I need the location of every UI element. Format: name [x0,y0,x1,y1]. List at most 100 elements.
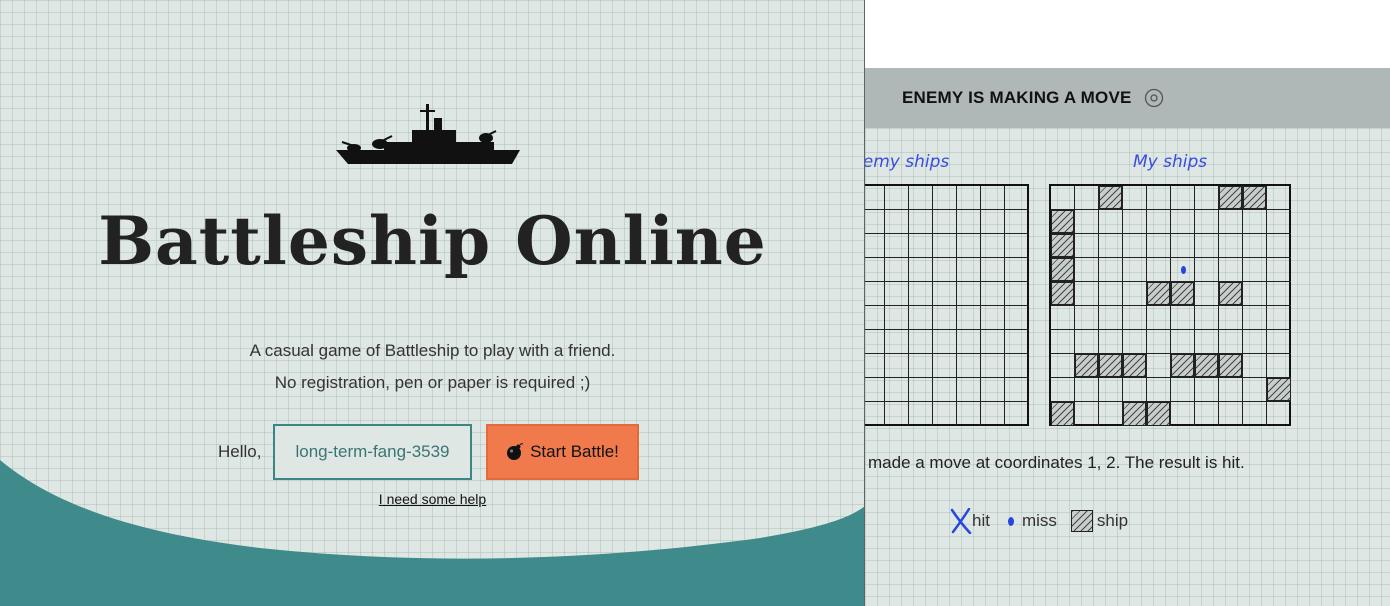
enemy-board-cell[interactable] [957,378,981,402]
enemy-board-cell[interactable] [1005,330,1029,354]
enemy-board-cell[interactable] [933,330,957,354]
enemy-board-cell[interactable] [909,378,933,402]
game-panel: ENEMY IS MAKING A MOVE nemy ships My shi… [865,68,1390,606]
enemy-board-cell[interactable] [865,306,885,330]
enemy-board-cell[interactable] [933,306,957,330]
legend: hit miss ship [950,508,1128,534]
enemy-board-cell[interactable] [981,378,1005,402]
enemy-board-cell[interactable] [981,234,1005,258]
enemy-board-cell[interactable] [865,402,885,426]
enemy-board-cell[interactable] [1005,258,1029,282]
ship-cell [1051,210,1075,234]
enemy-board-cell[interactable] [865,186,885,210]
enemy-board-cell[interactable] [957,210,981,234]
start-battle-label: Start Battle! [530,442,619,461]
enemy-board-cell[interactable] [957,330,981,354]
enemy-board-cell[interactable] [909,354,933,378]
enemy-board-cell[interactable] [981,258,1005,282]
enemy-board-cell[interactable] [865,330,885,354]
my-board-cell [1171,186,1195,210]
enemy-board-cell[interactable] [885,306,909,330]
tagline-line-2: No registration, pen or paper is require… [274,373,591,392]
my-board-cell [1075,210,1099,234]
my-board-cell [1267,210,1291,234]
player-name-input[interactable] [273,424,472,480]
help-link[interactable]: I need some help [0,491,864,507]
enemy-board-cell[interactable] [909,282,933,306]
ship-cell [1051,234,1075,258]
enemy-board-cell[interactable] [885,282,909,306]
spinner-icon [1144,88,1163,108]
enemy-board-cell[interactable] [909,306,933,330]
enemy-board-cell[interactable] [933,186,957,210]
enemy-board-cell[interactable] [957,354,981,378]
enemy-board-cell[interactable] [865,378,885,402]
enemy-board-cell[interactable] [1005,282,1029,306]
my-board-cell [1147,354,1171,378]
enemy-board-cell[interactable] [1005,210,1029,234]
enemy-board-cell[interactable] [909,258,933,282]
enemy-board-cell[interactable] [885,186,909,210]
enemy-board-cell[interactable] [865,282,885,306]
enemy-board-cell[interactable] [933,258,957,282]
enemy-board-cell[interactable] [865,258,885,282]
enemy-board-cell[interactable] [957,186,981,210]
my-board-cell [1075,282,1099,306]
enemy-board-cell[interactable] [885,354,909,378]
enemy-board-cell[interactable] [1005,186,1029,210]
enemy-board-cell[interactable] [909,330,933,354]
enemy-board-cell[interactable] [885,378,909,402]
enemy-board-cell[interactable] [981,210,1005,234]
enemy-board-cell[interactable] [909,210,933,234]
enemy-board-cell[interactable] [981,402,1005,426]
enemy-board-cell[interactable] [1005,306,1029,330]
my-board-cell [1123,258,1147,282]
enemy-board-cell[interactable] [865,210,885,234]
enemy-board-cell[interactable] [865,234,885,258]
enemy-board-cell[interactable] [933,282,957,306]
my-board-cell [1051,330,1075,354]
start-battle-button[interactable]: Start Battle! [486,424,639,480]
legend-ship-label: ship [1096,511,1129,530]
enemy-board-cell[interactable] [933,234,957,258]
enemy-board-cell[interactable] [933,354,957,378]
my-board-cell [1075,258,1099,282]
enemy-board-cell[interactable] [981,306,1005,330]
enemy-board-cell[interactable] [885,402,909,426]
my-board-cell [1267,282,1291,306]
game-status-text: ENEMY IS MAKING A MOVE [902,88,1132,107]
enemy-board-cell[interactable] [909,402,933,426]
enemy-board-cell[interactable] [1005,354,1029,378]
enemy-board-cell[interactable] [885,258,909,282]
enemy-board-cell[interactable] [885,210,909,234]
enemy-board-cell[interactable] [957,282,981,306]
my-board-cell [1075,234,1099,258]
enemy-board-cell[interactable] [981,354,1005,378]
my-board-cell [1243,354,1267,378]
enemy-board-cell[interactable] [957,258,981,282]
enemy-board-cell[interactable] [865,354,885,378]
my-board-cell [1267,234,1291,258]
enemy-board-cell[interactable] [909,234,933,258]
my-board-cell [1147,210,1171,234]
ship-cell [1219,282,1243,306]
enemy-board-cell[interactable] [1005,378,1029,402]
enemy-board-cell[interactable] [933,210,957,234]
enemy-board-cell[interactable] [981,282,1005,306]
enemy-board-cell[interactable] [957,402,981,426]
enemy-board-cell[interactable] [957,306,981,330]
enemy-board-cell[interactable] [885,234,909,258]
enemy-board-cell[interactable] [933,378,957,402]
enemy-board-cell[interactable] [981,330,1005,354]
my-board-cell [1171,210,1195,234]
battleship-silhouette-icon [336,104,520,164]
enemy-board-cell[interactable] [909,186,933,210]
enemy-board-cell[interactable] [957,234,981,258]
ship-cell [1051,258,1075,282]
enemy-board-cell[interactable] [1005,234,1029,258]
enemy-board-cell[interactable] [885,330,909,354]
enemy-board-cell[interactable] [933,402,957,426]
enemy-board-cell[interactable] [1005,402,1029,426]
enemy-board-cell[interactable] [981,186,1005,210]
my-board-cell [1219,402,1243,426]
